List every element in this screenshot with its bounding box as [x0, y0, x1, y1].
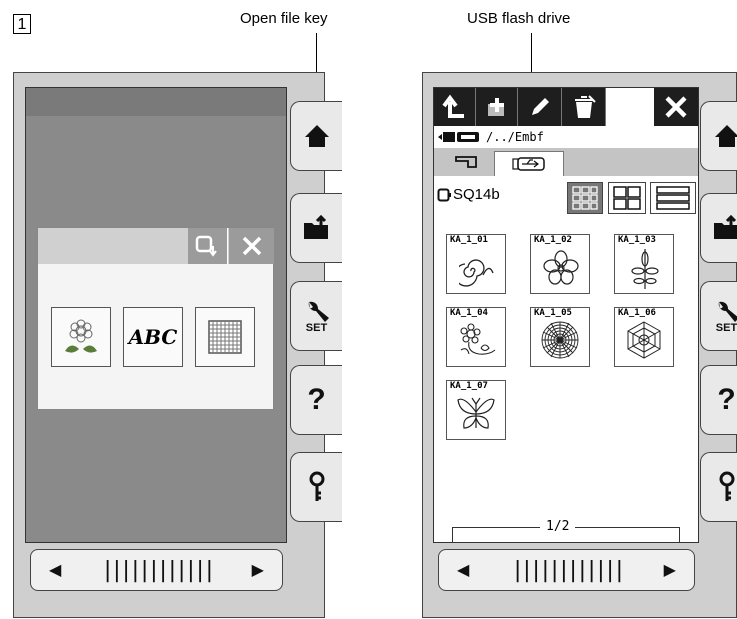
design-thumbnail[interactable]: KA_1_01	[446, 234, 506, 294]
view-list-button[interactable]	[650, 182, 696, 214]
sewing-machine-icon	[455, 156, 477, 168]
view-small-grid-button[interactable]	[567, 182, 603, 214]
floral-corner-design-icon	[460, 323, 496, 355]
wrench-icon	[308, 301, 329, 322]
key-icon	[719, 471, 734, 501]
wrench-icon	[718, 301, 737, 322]
design-thumbnail[interactable]: KA_1_05	[530, 307, 590, 367]
circle-design-icon	[541, 321, 579, 359]
home-button[interactable]	[700, 101, 737, 171]
home-button[interactable]	[290, 101, 342, 171]
open-file-dialog: ABC	[37, 227, 274, 410]
small-grid-icon	[572, 186, 598, 210]
home-icon	[714, 125, 737, 147]
new-folder-icon	[487, 98, 504, 116]
design-label: KA_1_05	[533, 308, 573, 318]
machine-tab[interactable]	[446, 151, 486, 173]
page-indicator: 1/2	[540, 519, 576, 534]
usb-flash-drive-icon	[512, 157, 545, 171]
flower-embroidery-icon	[65, 319, 97, 353]
file-name-row: SQ14b	[434, 177, 698, 215]
path-text: /../Embf	[486, 130, 544, 144]
trash-icon	[574, 95, 596, 118]
toolbar-spacer	[606, 88, 654, 126]
monogram-button[interactable]: ABC	[123, 307, 183, 367]
hexagon-design-icon	[627, 321, 661, 359]
new-folder-button[interactable]	[476, 88, 518, 126]
scroll-ticks: ||||||||||||	[511, 557, 626, 583]
open-folder-button[interactable]	[700, 193, 737, 263]
design-thumbnail[interactable]: KA_1_06	[614, 307, 674, 367]
butterfly-design-icon	[457, 397, 495, 429]
dialog-header	[38, 228, 274, 264]
back-arrow-icon	[441, 94, 464, 118]
right-screen: /../Embf SQ14b KA_1_01 KA_1_02 KA_1_03 K…	[433, 87, 699, 543]
flower-design-icon	[543, 250, 579, 285]
close-icon	[242, 236, 261, 256]
path-row: /../Embf	[434, 127, 698, 147]
view-large-grid-button[interactable]	[608, 182, 646, 214]
file-name-text: SQ14b	[453, 186, 500, 203]
open-folder-icon	[713, 215, 737, 239]
settings-button[interactable]: SET	[290, 281, 342, 351]
step-number: 1	[13, 14, 31, 34]
path-usb-icon	[438, 132, 479, 142]
hoop-icon	[437, 188, 451, 201]
scroll-right-icon[interactable]: ▶	[252, 560, 264, 580]
design-thumbnail[interactable]: KA_1_02	[530, 234, 590, 294]
key-button[interactable]	[290, 452, 342, 522]
help-icon: ?	[307, 383, 326, 416]
design-label: KA_1_03	[617, 235, 657, 245]
scroll-left-icon[interactable]: ◀	[457, 560, 469, 580]
pencil-icon	[531, 98, 549, 115]
open-file-key-callout: Open file key	[240, 10, 328, 27]
design-label: KA_1_06	[617, 308, 657, 318]
help-button[interactable]: ?	[290, 365, 342, 435]
design-label: KA_1_01	[449, 235, 489, 245]
scroll-left-icon[interactable]: ◀	[49, 560, 61, 580]
close-dialog-button[interactable]	[229, 228, 274, 264]
rename-button[interactable]	[518, 88, 562, 126]
list-view-icon	[656, 186, 690, 210]
open-file-key-icon	[195, 235, 217, 257]
design-thumbnail[interactable]: KA_1_07	[446, 380, 506, 440]
close-button[interactable]	[654, 88, 698, 126]
scroll-ticks: ||||||||||||	[101, 557, 216, 583]
open-file-key-button[interactable]	[188, 228, 228, 264]
usb-drive-tab[interactable]	[494, 151, 564, 176]
settings-caption: SET	[305, 322, 328, 334]
delete-button[interactable]	[562, 88, 606, 126]
help-icon: ?	[717, 383, 736, 416]
design-thumbnail[interactable]: KA_1_04	[446, 307, 506, 367]
help-button[interactable]: ?	[700, 365, 737, 435]
design-label: KA_1_04	[449, 308, 489, 318]
home-icon	[304, 125, 329, 147]
left-screen-header	[26, 88, 286, 116]
close-icon	[665, 96, 687, 118]
settings-caption: SET	[715, 322, 737, 334]
embroidery-pattern-button[interactable]	[51, 307, 111, 367]
design-thumbnail[interactable]: KA_1_03	[614, 234, 674, 294]
design-label: KA_1_07	[449, 381, 489, 391]
grid-pattern-button[interactable]	[195, 307, 255, 367]
left-scrollbar[interactable]: ◀ |||||||||||| ▶	[30, 549, 283, 591]
monogram-icon: ABC	[128, 325, 178, 349]
grid-icon	[208, 320, 242, 354]
design-label: KA_1_02	[533, 235, 573, 245]
key-button[interactable]	[700, 452, 737, 522]
spiral-design-icon	[459, 259, 494, 287]
settings-button[interactable]: SET	[700, 281, 737, 351]
key-icon	[309, 471, 324, 501]
back-button[interactable]	[434, 88, 476, 126]
open-folder-icon	[303, 215, 328, 239]
large-grid-icon	[613, 186, 641, 210]
right-scrollbar[interactable]: ◀ |||||||||||| ▶	[438, 549, 695, 591]
usb-flash-drive-callout: USB flash drive	[467, 10, 571, 27]
file-name: SQ14b	[437, 186, 500, 203]
open-folder-button[interactable]	[290, 193, 342, 263]
scroll-right-icon[interactable]: ▶	[664, 560, 676, 580]
vine-design-icon	[631, 249, 659, 289]
